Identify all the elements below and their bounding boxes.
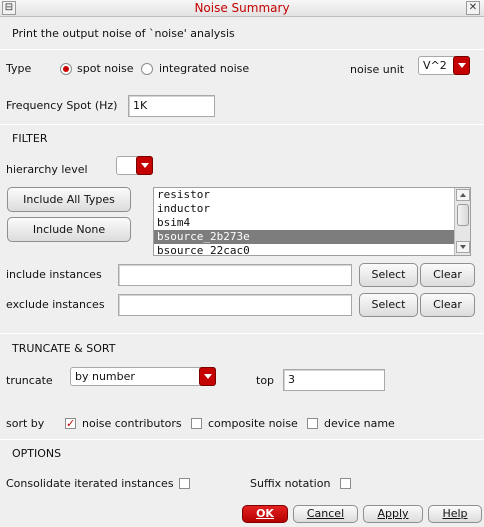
chevron-down-icon [453,56,470,75]
include-clear-button[interactable]: Clear [420,263,475,287]
exclude-instances-label: exclude instances [6,298,105,311]
top-count-input[interactable]: 3 [283,369,385,391]
hierarchy-level-label: hierarchy level [6,163,88,176]
list-item[interactable]: bsim4 [154,216,470,230]
device-name-checkbox[interactable] [307,418,318,429]
window-title: Noise Summary [194,1,290,15]
noise-contributors-label[interactable]: noise contributors [82,417,182,430]
scroll-up-icon[interactable] [456,189,470,201]
include-instances-input[interactable] [118,264,352,286]
sort-by-label: sort by [6,417,45,430]
list-item[interactable]: resistor [154,188,470,202]
ok-button-label: OK [256,507,274,520]
composite-noise-label[interactable]: composite noise [208,417,298,430]
chevron-down-icon [136,156,153,175]
suffix-notation-checkbox[interactable] [340,478,351,489]
noise-contributors-checkbox[interactable]: ✓ [65,418,76,429]
exclude-instances-input[interactable] [118,294,352,316]
list-scrollbar[interactable] [454,188,470,255]
cancel-button-label: Cancel [306,507,345,520]
consolidate-checkbox[interactable] [179,478,190,489]
options-section-title: OPTIONS [12,447,62,460]
device-type-list[interactable]: resistor inductor bsim4 bsource_2b273e b… [153,187,471,256]
cancel-button[interactable]: Cancel [293,505,358,523]
integrated-noise-radio[interactable] [141,63,153,75]
truncate-section-title: TRUNCATE & SORT [12,342,116,355]
exclude-select-button[interactable]: Select [359,293,418,317]
integrated-noise-label[interactable]: integrated noise [159,62,249,75]
include-select-button[interactable]: Select [359,263,418,287]
divider [0,439,484,440]
composite-noise-checkbox[interactable] [191,418,202,429]
include-instances-label: include instances [6,268,102,281]
apply-button-label: Apply [377,507,409,520]
frequency-input[interactable]: 1K [128,95,215,117]
truncate-select[interactable]: by number [70,367,216,386]
ok-button[interactable]: OK [242,505,288,523]
include-none-button[interactable]: Include None [7,217,131,242]
truncate-value: by number [75,370,135,383]
scroll-down-icon[interactable] [456,241,470,253]
hierarchy-level-select[interactable] [116,156,153,175]
noise-unit-value: V^2 [423,59,447,72]
noise-unit-select[interactable]: V^2 [418,56,470,75]
consolidate-label: Consolidate iterated instances [6,477,174,490]
apply-button[interactable]: Apply [363,505,423,523]
include-all-types-button[interactable]: Include All Types [7,187,131,212]
device-name-label[interactable]: device name [324,417,395,430]
help-button[interactable]: Help [428,505,482,523]
exclude-clear-button[interactable]: Clear [420,293,475,317]
suffix-notation-label: Suffix notation [250,477,331,490]
list-item[interactable]: inductor [154,202,470,216]
noise-unit-label: noise unit [350,63,405,76]
dialog-description: Print the output noise of `noise' analys… [12,27,235,40]
spot-noise-label[interactable]: spot noise [77,62,134,75]
divider [0,49,484,50]
type-label: Type [6,62,32,75]
spot-noise-radio[interactable] [60,63,72,75]
close-icon[interactable]: ✕ [466,1,480,15]
list-item-selected[interactable]: bsource_2b273e [154,230,470,244]
divider [0,124,484,125]
top-label: top [256,374,275,387]
chevron-down-icon [199,367,216,386]
divider [0,333,484,334]
filter-section-title: FILTER [12,132,48,145]
scroll-thumb[interactable] [457,204,469,226]
truncate-label: truncate [6,374,53,387]
list-item[interactable]: bsource_22cac0 [154,244,470,255]
frequency-label: Frequency Spot (Hz) [6,99,118,112]
help-button-label: Help [442,507,468,520]
